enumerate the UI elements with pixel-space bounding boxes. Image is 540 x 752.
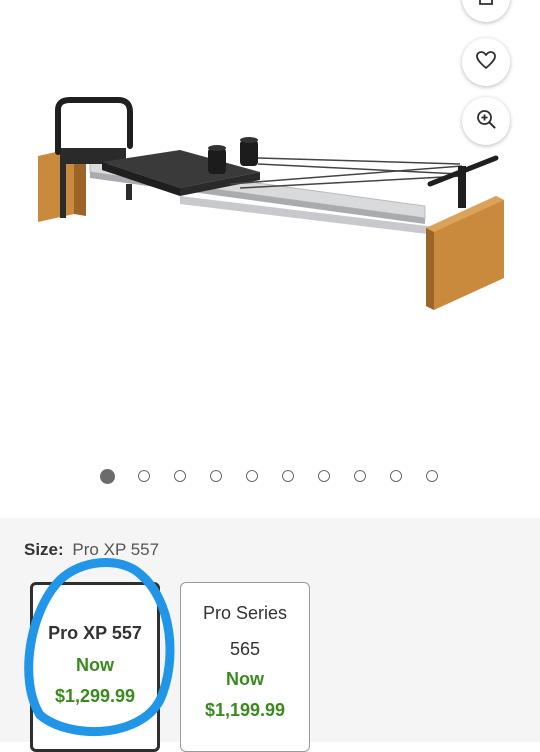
product-gallery[interactable] <box>0 0 540 518</box>
size-selector-header: Size: Pro XP 557 <box>24 540 159 560</box>
option-now-label: Now <box>226 669 264 689</box>
gallery-dot[interactable] <box>210 470 222 482</box>
option-price: $1,299.99 <box>54 686 136 706</box>
option-price: $1,199.99 <box>204 700 286 720</box>
option-now-label: Now <box>76 655 114 675</box>
gallery-dot[interactable] <box>100 469 115 484</box>
gallery-dot[interactable] <box>282 470 294 482</box>
option-name: Pro XP 557 <box>48 623 142 643</box>
gallery-dot[interactable] <box>246 470 258 482</box>
size-option-pro-xp-557[interactable]: Pro XP 557 Now $1,299.99 <box>30 582 160 752</box>
gallery-dot[interactable] <box>174 470 186 482</box>
size-label: Size: <box>24 540 64 559</box>
gallery-dot[interactable] <box>390 470 402 482</box>
size-options-panel: Size: Pro XP 557 Pro XP 557 Now $1,299.9… <box>0 518 540 752</box>
product-image[interactable] <box>30 88 510 328</box>
gallery-dot[interactable] <box>318 470 330 482</box>
gallery-pagination <box>0 469 540 486</box>
share-icon <box>474 0 498 13</box>
share-button[interactable] <box>462 0 510 22</box>
gallery-dot[interactable] <box>138 470 150 482</box>
option-name: Pro Series 565 <box>202 603 288 659</box>
gallery-dot[interactable] <box>354 470 366 482</box>
favorite-button[interactable] <box>462 38 510 86</box>
size-selected-value: Pro XP 557 <box>72 540 160 559</box>
size-option-pro-series-565[interactable]: Pro Series 565 Now $1,199.99 <box>180 582 310 752</box>
heart-icon <box>474 48 498 77</box>
gallery-dot[interactable] <box>426 470 438 482</box>
